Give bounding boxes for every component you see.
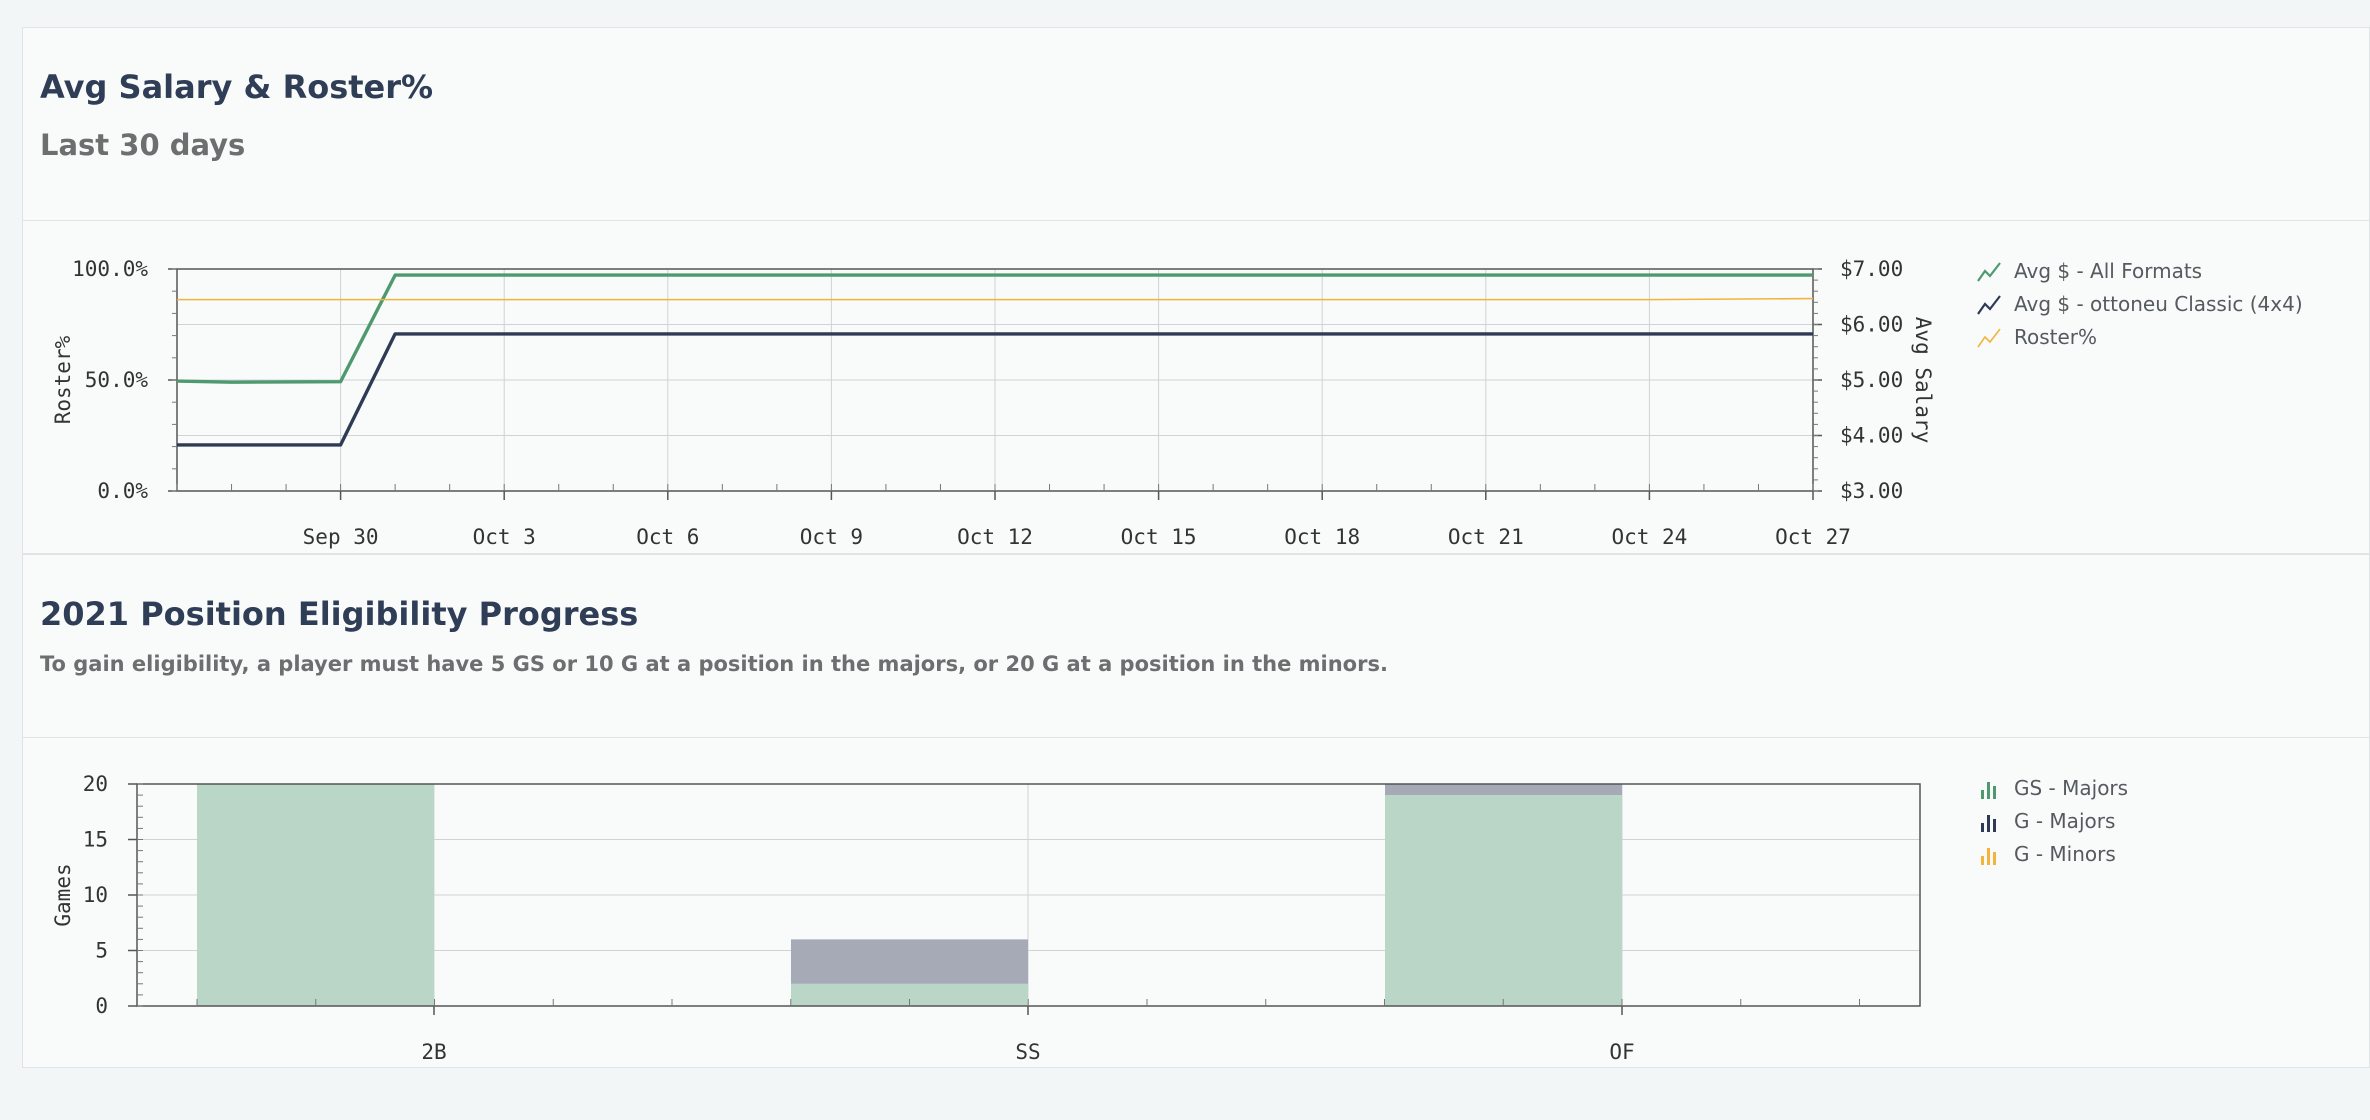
y-axis-label: Roster% [51, 335, 75, 424]
legend-label: G - Minors [2014, 842, 2116, 866]
y-tick-label: 0.0% [97, 479, 148, 503]
legend-item-g-minors[interactable]: G - Minors [1976, 838, 2128, 871]
bar-segment [1385, 795, 1622, 1006]
bar-chart-icon [1981, 781, 1996, 799]
x-tick-label: Oct 18 [1284, 525, 1360, 549]
legend-item-avg-classic[interactable]: Avg $ - ottoneu Classic (4x4) [1976, 288, 2303, 321]
bar-segment [1385, 784, 1622, 796]
x-tick-label: Oct 6 [636, 525, 699, 549]
x-tick-label: Oct 21 [1448, 525, 1524, 549]
y-tick-label: 0 [95, 994, 108, 1018]
bar-chart-icon [1981, 814, 1996, 832]
legend-item-roster[interactable]: Roster% [1976, 321, 2303, 354]
line-chart-icon [1977, 261, 2001, 282]
bar-segment [197, 784, 434, 1006]
y2-axis-label: Avg Salary [1911, 317, 1935, 443]
legend-item-g-majors[interactable]: G - Majors [1976, 805, 2128, 838]
x-tick-label: Oct 24 [1611, 525, 1687, 549]
salary-chart-legend: Avg $ - All Formats Avg $ - ottoneu Clas… [1976, 255, 2303, 354]
y-tick-label: 15 [83, 828, 108, 852]
legend-label: Avg $ - ottoneu Classic (4x4) [2014, 292, 2303, 316]
y2-tick-label: $5.00 [1840, 368, 1903, 392]
legend-label: Roster% [2014, 325, 2098, 349]
legend-label: G - Majors [2014, 809, 2116, 833]
line-chart-icon [1977, 328, 2001, 347]
x-tick-label: Oct 3 [473, 525, 536, 549]
x-tick-label: Oct 15 [1121, 525, 1197, 549]
legend-item-gs-majors[interactable]: GS - Majors [1976, 772, 2128, 805]
legend-label: GS - Majors [2014, 776, 2129, 800]
y-tick-label: 5 [95, 939, 108, 963]
y2-tick-label: $4.00 [1840, 424, 1903, 448]
y-tick-label: 10 [83, 883, 108, 907]
y-tick-label: 20 [83, 772, 108, 796]
x-tick-label: Oct 9 [800, 525, 863, 549]
line-chart-icon [1977, 294, 2001, 315]
y-tick-label: 50.0% [85, 368, 149, 392]
x-tick-label: 2B [421, 1040, 446, 1064]
salary-roster-line-chart: Sep 30 Oct 3 Oct 6 Oct 9 Oct 12 Oct 15 Oct 18 O… [51, 257, 1935, 1064]
legend-item-avg-all-formats[interactable]: Avg $ - All Formats [1976, 255, 2303, 288]
x-tick-label: SS [1015, 1040, 1040, 1064]
bar-chart-icon [1981, 847, 1996, 865]
eligibility-chart-legend: GS - Majors G - Majors G - Minors [1976, 772, 2128, 871]
y2-tick-label: $3.00 [1840, 479, 1903, 503]
y-tick-label: 100.0% [72, 257, 148, 281]
y2-tick-label: $7.00 [1840, 257, 1903, 281]
legend-label: Avg $ - All Formats [2014, 259, 2203, 283]
x-tick-label: Oct 27 [1775, 525, 1851, 549]
y-axis-label: Games [51, 863, 75, 926]
bar-segment [791, 939, 1028, 984]
x-tick-label: Oct 12 [957, 525, 1033, 549]
x-tick-label: OF [1609, 1040, 1634, 1064]
x-tick-label: Sep 30 [303, 525, 379, 549]
y2-tick-label: $6.00 [1840, 313, 1903, 337]
